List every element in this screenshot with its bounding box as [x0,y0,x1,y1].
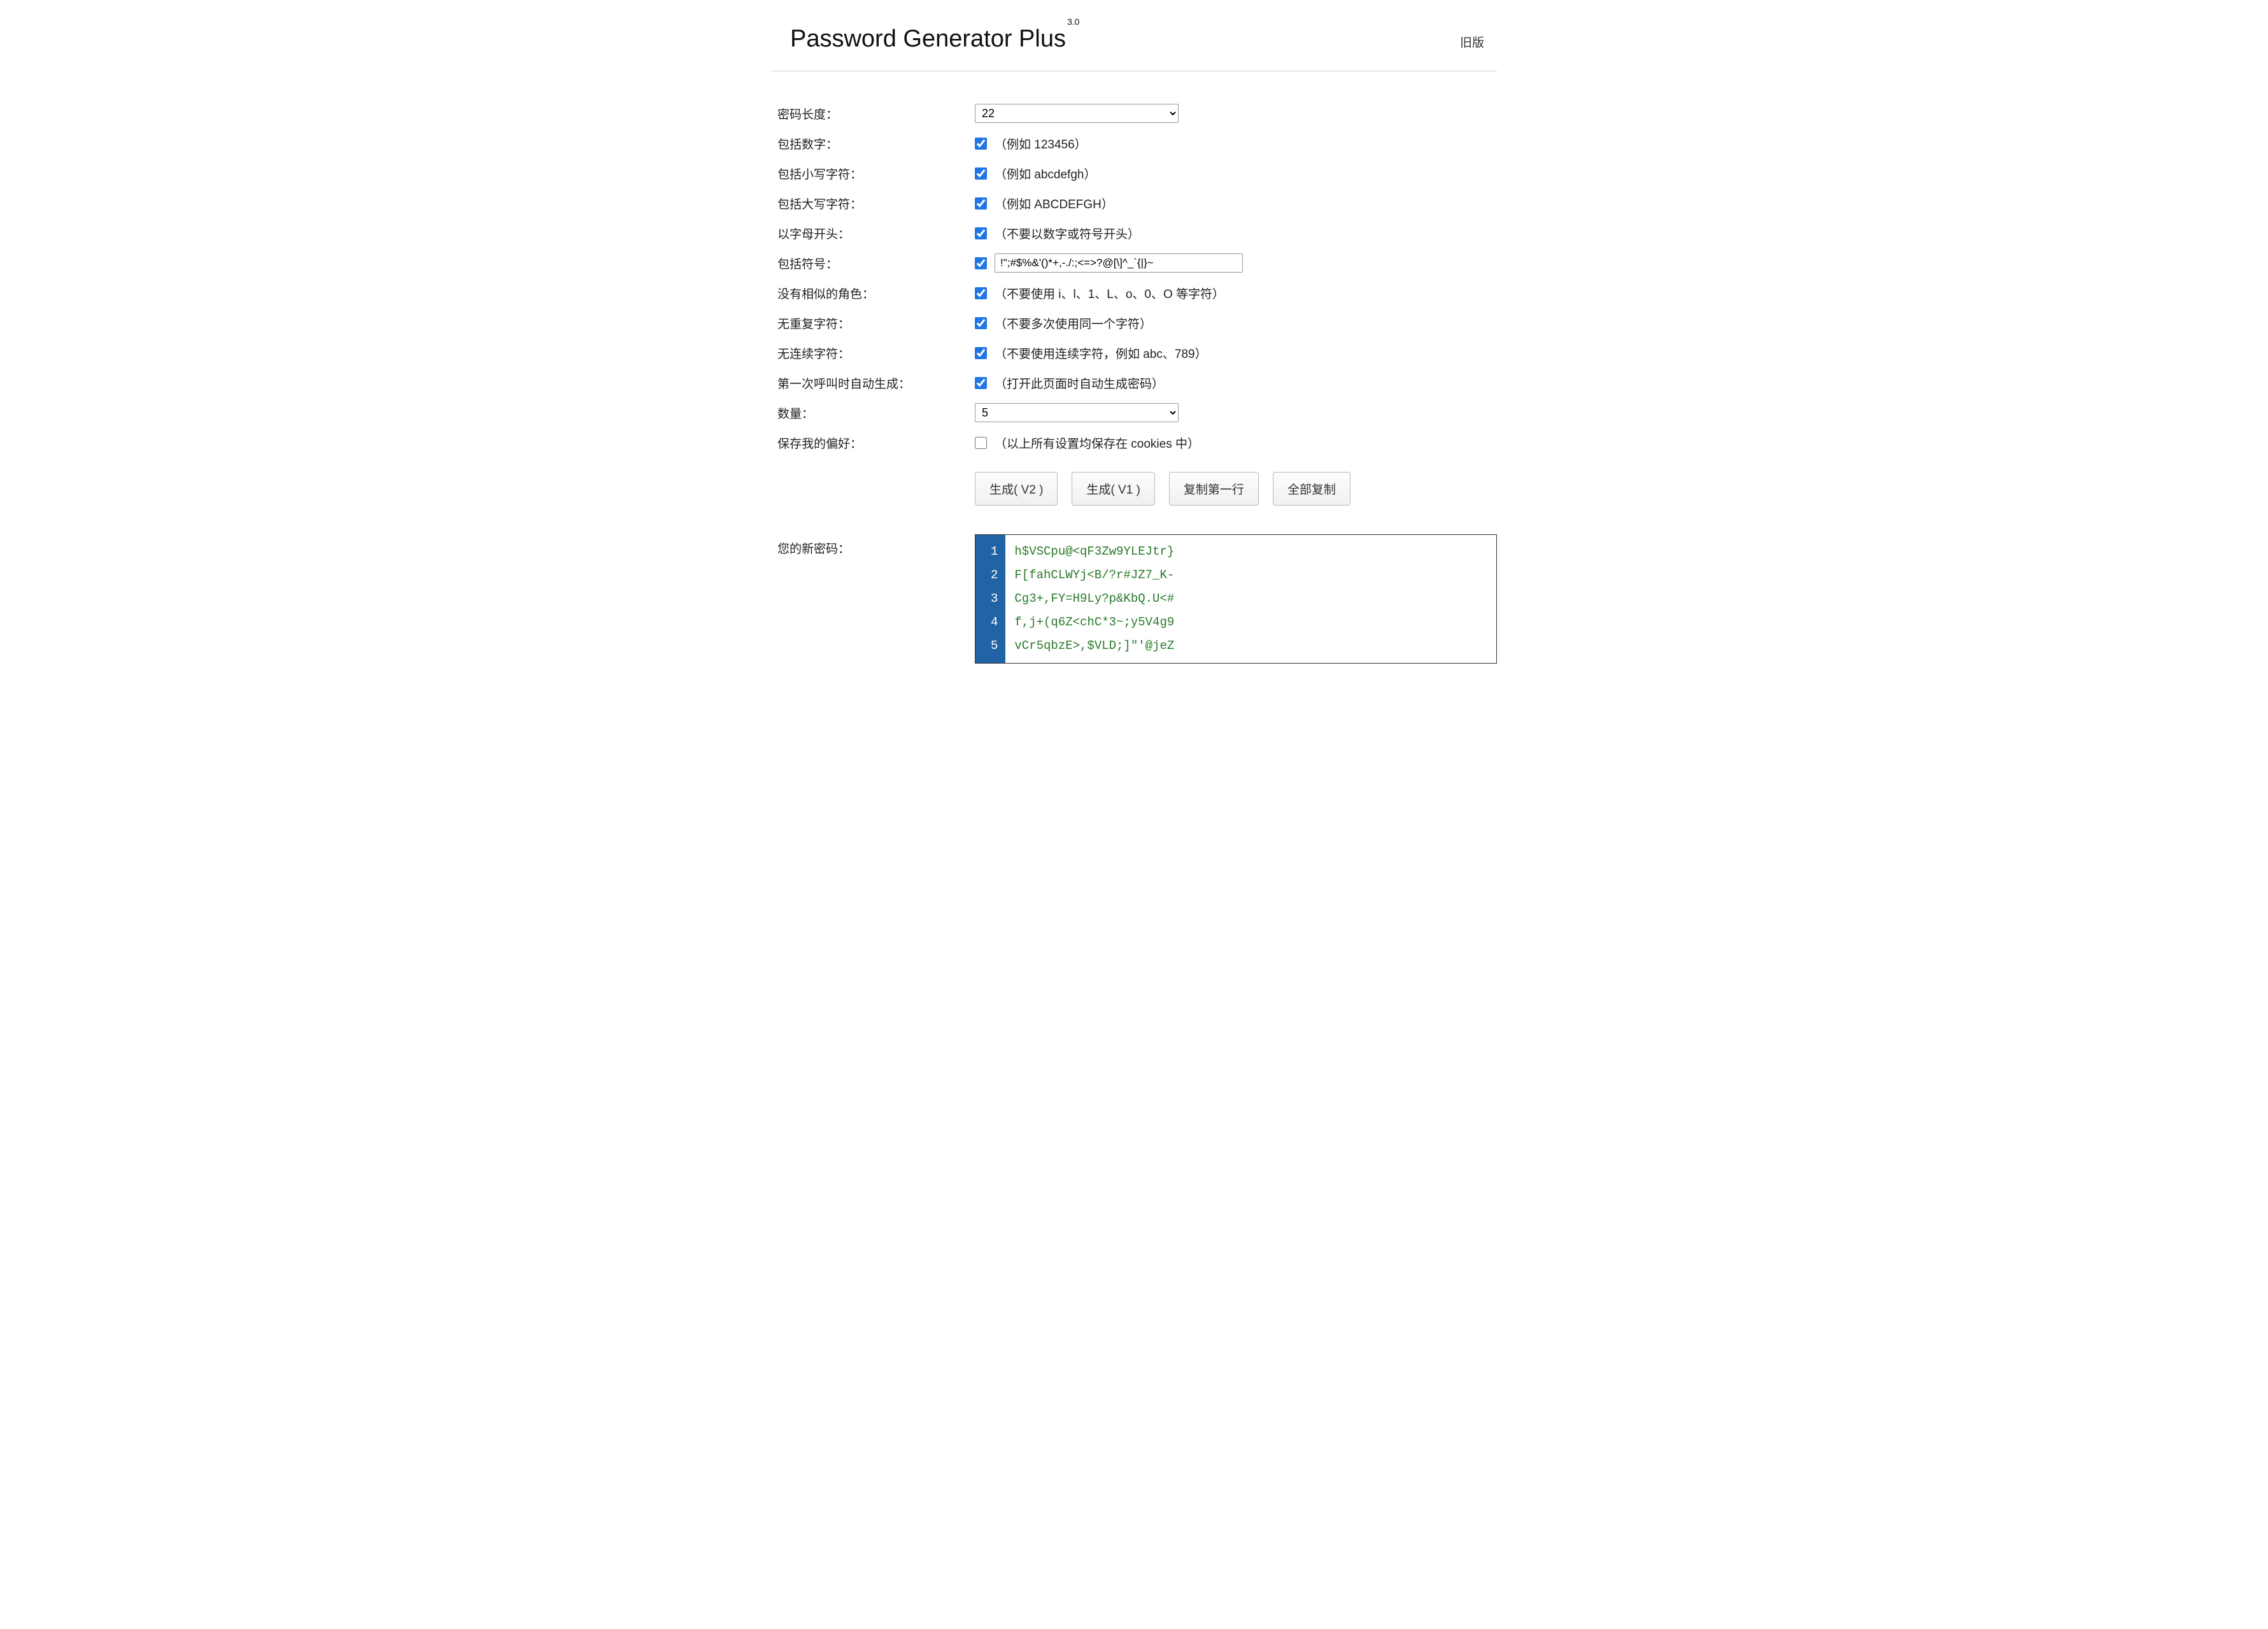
label-no-duplicate: 无重复字符： [777,315,975,332]
label-include-symbols: 包括符号： [777,255,975,272]
label-include-numbers: 包括数字： [777,135,975,152]
row-no-sequential: 无连续字符： （不要使用连续字符，例如 abc、789） [777,343,1497,363]
label-auto-generate: 第一次呼叫时自动生成： [777,374,975,392]
button-row: 生成( V2 ) 生成( V1 ) 复制第一行 全部复制 [975,472,1497,506]
row-auto-generate: 第一次呼叫时自动生成： （打开此页面时自动生成密码） [777,373,1497,393]
hint-no-similar: （不要使用 i、l、1、L、o、0、O 等字符） [995,285,1224,302]
title-text: Password Generator Plus [790,25,1066,52]
label-start-with-letter: 以字母开头： [777,225,975,242]
hint-no-sequential: （不要使用连续字符，例如 abc、789） [995,345,1207,362]
hint-include-uppercase: （例如 ABCDEFGH） [995,195,1114,212]
checkbox-save-preferences[interactable] [975,437,987,449]
checkbox-start-with-letter[interactable] [975,227,987,239]
copy-first-button[interactable]: 复制第一行 [1169,472,1259,506]
hint-include-lowercase: （例如 abcdefgh） [995,165,1096,182]
row-include-lowercase: 包括小写字符： （例如 abcdefgh） [777,163,1497,183]
old-version-link[interactable]: 旧版 [1460,33,1484,50]
row-no-similar: 没有相似的角色： （不要使用 i、l、1、L、o、0、O 等字符） [777,283,1497,303]
checkbox-include-lowercase[interactable] [975,167,987,180]
hint-no-duplicate: （不要多次使用同一个字符） [995,315,1152,332]
hint-auto-generate: （打开此页面时自动生成密码） [995,374,1164,392]
row-quantity: 数量： 5 [777,402,1497,423]
password-output[interactable]: 12345 h$VSCpu@<qF3Zw9YLEJtr} F[fahCLWYj<… [975,534,1497,664]
label-no-sequential: 无连续字符： [777,345,975,362]
generate-v2-button[interactable]: 生成( V2 ) [975,472,1058,506]
checkbox-no-sequential[interactable] [975,347,987,359]
checkbox-include-uppercase[interactable] [975,197,987,210]
password-line: h$VSCpu@<qF3Zw9YLEJtr} [1014,540,1174,564]
row-save-preferences: 保存我的偏好： （以上所有设置均保存在 cookies 中） [777,432,1497,453]
label-save-preferences: 保存我的偏好： [777,434,975,452]
label-quantity: 数量： [777,404,975,422]
checkbox-auto-generate[interactable] [975,377,987,389]
hint-save-preferences: （以上所有设置均保存在 cookies 中） [995,434,1200,452]
password-list: h$VSCpu@<qF3Zw9YLEJtr} F[fahCLWYj<B/?r#J… [1005,535,1183,663]
version-badge: 3.0 [1067,17,1079,27]
result-row: 您的新密码： 12345 h$VSCpu@<qF3Zw9YLEJtr} F[fa… [777,534,1497,664]
label-password-length: 密码长度： [777,105,975,122]
row-include-numbers: 包括数字： （例如 123456） [777,133,1497,153]
password-line: F[fahCLWYj<B/?r#JZ7_K- [1014,564,1174,587]
page-title: Password Generator Plus3.0 [790,25,1078,53]
hint-include-numbers: （例如 123456） [995,135,1087,152]
row-start-with-letter: 以字母开头： （不要以数字或符号开头） [777,223,1497,243]
checkbox-include-numbers[interactable] [975,138,987,150]
label-include-lowercase: 包括小写字符： [777,165,975,182]
settings-form: 密码长度： 22 包括数字： （例如 123456） 包括小写字符： （例如 a… [771,103,1497,664]
header: Password Generator Plus3.0 旧版 [771,13,1497,71]
row-password-length: 密码长度： 22 [777,103,1497,124]
row-include-symbols: 包括符号： [777,253,1497,273]
hint-start-with-letter: （不要以数字或符号开头） [995,225,1140,242]
password-line: Cg3+,FY=H9Ly?p&KbQ.U<# [1014,587,1174,611]
checkbox-include-symbols[interactable] [975,257,987,269]
password-length-select[interactable]: 22 [975,104,1179,123]
quantity-select[interactable]: 5 [975,403,1179,422]
copy-all-button[interactable]: 全部复制 [1273,472,1350,506]
row-no-duplicate: 无重复字符： （不要多次使用同一个字符） [777,313,1497,333]
checkbox-no-duplicate[interactable] [975,317,987,329]
row-include-uppercase: 包括大写字符： （例如 ABCDEFGH） [777,193,1497,213]
password-line: vCr5qbzE>,$VLD;]"'@jeZ [1014,634,1174,658]
generate-v1-button[interactable]: 生成( V1 ) [1072,472,1154,506]
password-line: f,j+(q6Z<chC*3~;y5V4g9 [1014,611,1174,634]
line-numbers: 12345 [975,535,1005,663]
label-include-uppercase: 包括大写字符： [777,195,975,212]
symbols-input[interactable] [995,253,1243,273]
checkbox-no-similar[interactable] [975,287,987,299]
label-no-similar: 没有相似的角色： [777,285,975,302]
result-label: 您的新密码： [777,534,975,557]
